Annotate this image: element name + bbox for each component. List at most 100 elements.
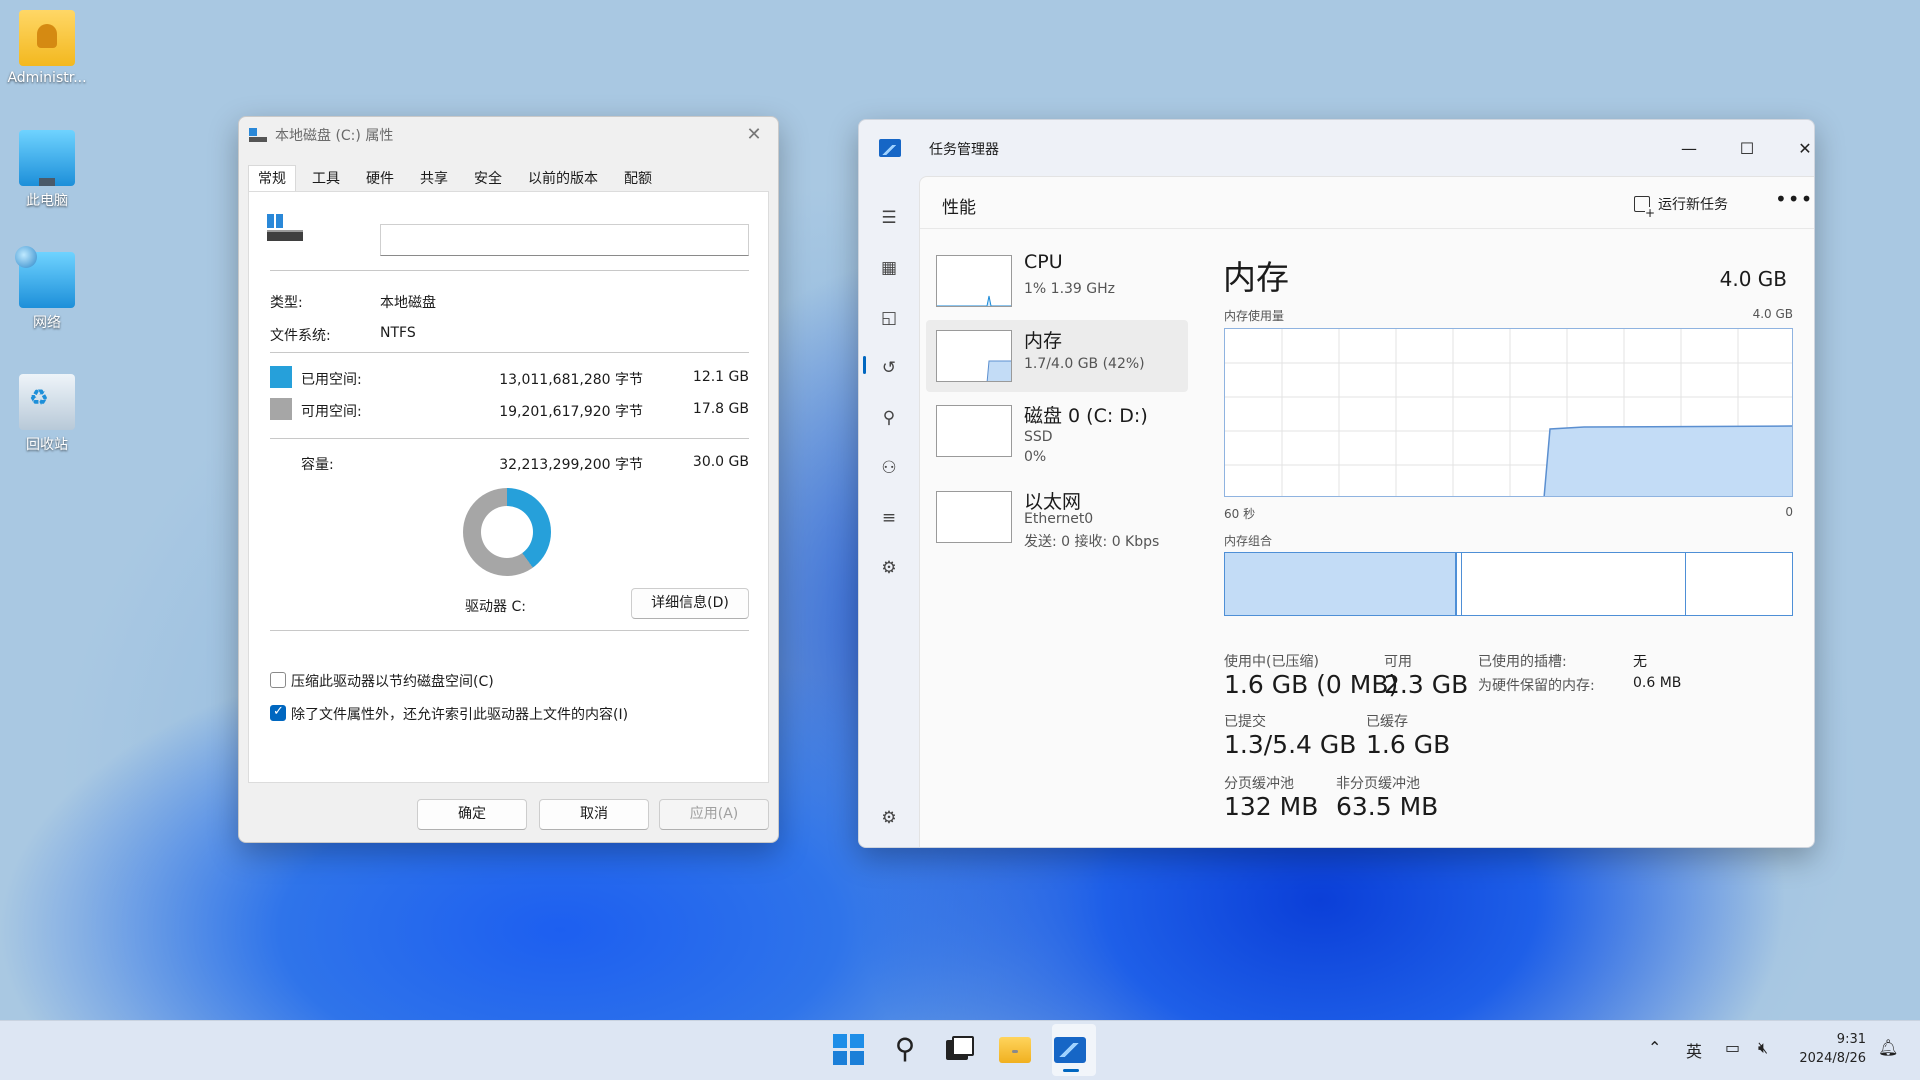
desktop-icon-label: 网络: [33, 315, 61, 331]
system-clock[interactable]: 9:31 2024/8/26: [1799, 1030, 1866, 1068]
drive-icon: [249, 128, 267, 142]
maximize-button[interactable]: ☐: [1725, 134, 1769, 164]
graph-axis-left: 60 秒: [1224, 507, 1256, 521]
task-manager-taskbar-icon[interactable]: [1054, 1037, 1086, 1063]
tab-previous-versions[interactable]: 以前的版本: [518, 165, 608, 191]
resource-sub: 发送: 0 接收: 0 Kbps: [1024, 534, 1160, 550]
desktop-icon-label: Administr...: [7, 70, 87, 86]
page-header: 性能 运行新任务 •••: [920, 177, 1814, 229]
drive-properties-dialog: 本地磁盘 (C:) 属性 ✕ 常规 工具 硬件 共享 安全 以前的版本 配额 类…: [238, 116, 779, 843]
composition-modified: [1461, 553, 1462, 615]
details-icon[interactable]: ≡: [877, 506, 901, 530]
resource-name: CPU: [1024, 251, 1063, 273]
tab-security[interactable]: 安全: [464, 165, 512, 191]
tab-general[interactable]: 常规: [248, 165, 296, 192]
drive-icon: [267, 214, 303, 241]
desktop-icon-administrator[interactable]: Administr...: [0, 10, 94, 86]
app-history-icon[interactable]: ↺: [877, 356, 901, 380]
cached-value: 1.6 GB: [1366, 730, 1451, 759]
capacity-gb: 30.0 GB: [692, 454, 749, 470]
details-button[interactable]: 详细信息(D): [631, 588, 749, 619]
resource-name: 磁盘 0 (C: D:): [1024, 405, 1148, 427]
resource-name: 内存: [1024, 330, 1063, 352]
desktop-icon-this-pc[interactable]: 此电脑: [0, 130, 94, 210]
startup-apps-icon[interactable]: ⚲: [877, 406, 901, 430]
divider: [270, 352, 749, 353]
performance-icon[interactable]: ◱: [877, 306, 901, 330]
compress-label: 压缩此驱动器以节约磁盘空间(C): [291, 674, 494, 690]
maximize-icon: ☐: [1739, 139, 1755, 158]
close-button[interactable]: ✕: [1783, 134, 1814, 164]
running-indicator: [1012, 1050, 1018, 1053]
tab-sharing[interactable]: 共享: [410, 165, 458, 191]
network-status-icon[interactable]: ▭: [1725, 1038, 1740, 1057]
run-new-task-button[interactable]: 运行新任务: [1634, 194, 1728, 219]
type-value: 本地磁盘: [380, 295, 436, 311]
paged-pool-label: 分页缓冲池: [1224, 776, 1294, 792]
desktop-icon-network[interactable]: 网络: [0, 246, 94, 332]
users-icon[interactable]: ⚇: [877, 456, 901, 480]
more-options-icon[interactable]: •••: [1775, 187, 1813, 211]
usage-graph-max: 4.0 GB: [1752, 307, 1793, 321]
nonpaged-pool-value: 63.5 MB: [1336, 792, 1439, 821]
index-checkbox[interactable]: [270, 704, 286, 721]
composition-label: 内存组合: [1224, 534, 1273, 548]
tab-tools[interactable]: 工具: [302, 165, 350, 191]
general-panel: 类型: 本地磁盘 文件系统: NTFS 已用空间: 13,011,681,280…: [248, 191, 769, 783]
search-icon[interactable]: ⚲: [889, 1034, 921, 1066]
ethernet-thumbnail: [936, 491, 1012, 543]
tab-hardware[interactable]: 硬件: [356, 165, 404, 191]
ok-button[interactable]: 确定: [417, 799, 527, 830]
filesystem-value: NTFS: [380, 325, 416, 341]
desktop-icon-recycle-bin[interactable]: 回收站: [0, 374, 94, 454]
nonpaged-pool-label: 非分页缓冲池: [1336, 776, 1420, 792]
committed-value: 1.3/5.4 GB: [1224, 730, 1357, 759]
close-icon: ✕: [746, 124, 762, 145]
in-use-label: 使用中(已压缩): [1224, 654, 1319, 670]
composition-in-use: [1225, 553, 1457, 615]
input-language[interactable]: 英: [1686, 1038, 1702, 1062]
used-space-gb: 12.1 GB: [692, 369, 749, 385]
minimize-icon: —: [1681, 139, 1697, 158]
services-icon[interactable]: ⚙: [877, 556, 901, 580]
show-hidden-icons-chevron-icon[interactable]: ⌃: [1648, 1038, 1661, 1057]
type-label: 类型:: [270, 295, 303, 311]
settings-icon[interactable]: ⚙: [877, 806, 901, 830]
divider: [270, 438, 749, 439]
minimize-button[interactable]: —: [1667, 134, 1711, 164]
notification-bell-icon[interactable]: 🔔︎: [1878, 1038, 1898, 1057]
free-space-swatch: [270, 398, 292, 420]
this-pc-icon: [19, 130, 75, 186]
memory-usage-area: [1543, 425, 1792, 496]
used-space-label: 已用空间:: [301, 372, 362, 388]
reserved-label: 为硬件保留的内存:: [1478, 678, 1595, 694]
memory-composition-bar: [1224, 552, 1793, 616]
used-space-bytes: 13,011,681,280 字节: [499, 372, 643, 388]
close-button[interactable]: ✕: [744, 125, 764, 145]
drive-label: 驱动器 C:: [465, 599, 526, 615]
resource-ethernet[interactable]: 以太网 Ethernet0 发送: 0 接收: 0 Kbps: [926, 481, 1188, 553]
task-view-icon[interactable]: [942, 1034, 974, 1066]
free-space-bytes: 19,201,617,920 字节: [499, 404, 643, 420]
volume-name-input[interactable]: [380, 224, 749, 256]
user-folder-icon: [19, 10, 75, 66]
close-icon: ✕: [1798, 139, 1812, 158]
volume-muted-icon[interactable]: 🔇︎: [1758, 1038, 1768, 1058]
clock-date: 2024/8/26: [1799, 1051, 1866, 1066]
apply-button[interactable]: 应用(A): [659, 799, 769, 830]
capacity-bytes: 32,213,299,200 字节: [499, 457, 643, 473]
task-manager-logo-icon: [879, 139, 901, 157]
hamburger-menu-icon[interactable]: ☰: [877, 206, 901, 230]
resource-disk[interactable]: 磁盘 0 (C: D:) SSD 0%: [926, 395, 1188, 467]
resource-cpu[interactable]: CPU 1% 1.39 GHz: [926, 245, 1188, 317]
compress-checkbox[interactable]: [270, 672, 286, 688]
performance-page: 性能 运行新任务 ••• CPU 1% 1.39 GHz 内存 1.7/4.0 …: [919, 176, 1814, 847]
tab-quota[interactable]: 配额: [614, 165, 662, 191]
used-space-swatch: [270, 366, 292, 388]
resource-memory[interactable]: 内存 1.7/4.0 GB (42%): [926, 320, 1188, 392]
in-use-value: 1.6 GB (0 MB): [1224, 670, 1399, 699]
dialog-titlebar[interactable]: 本地磁盘 (C:) 属性: [239, 117, 778, 153]
start-button-icon[interactable]: [833, 1034, 865, 1066]
processes-icon[interactable]: ▦: [877, 256, 901, 280]
cancel-button[interactable]: 取消: [539, 799, 649, 830]
